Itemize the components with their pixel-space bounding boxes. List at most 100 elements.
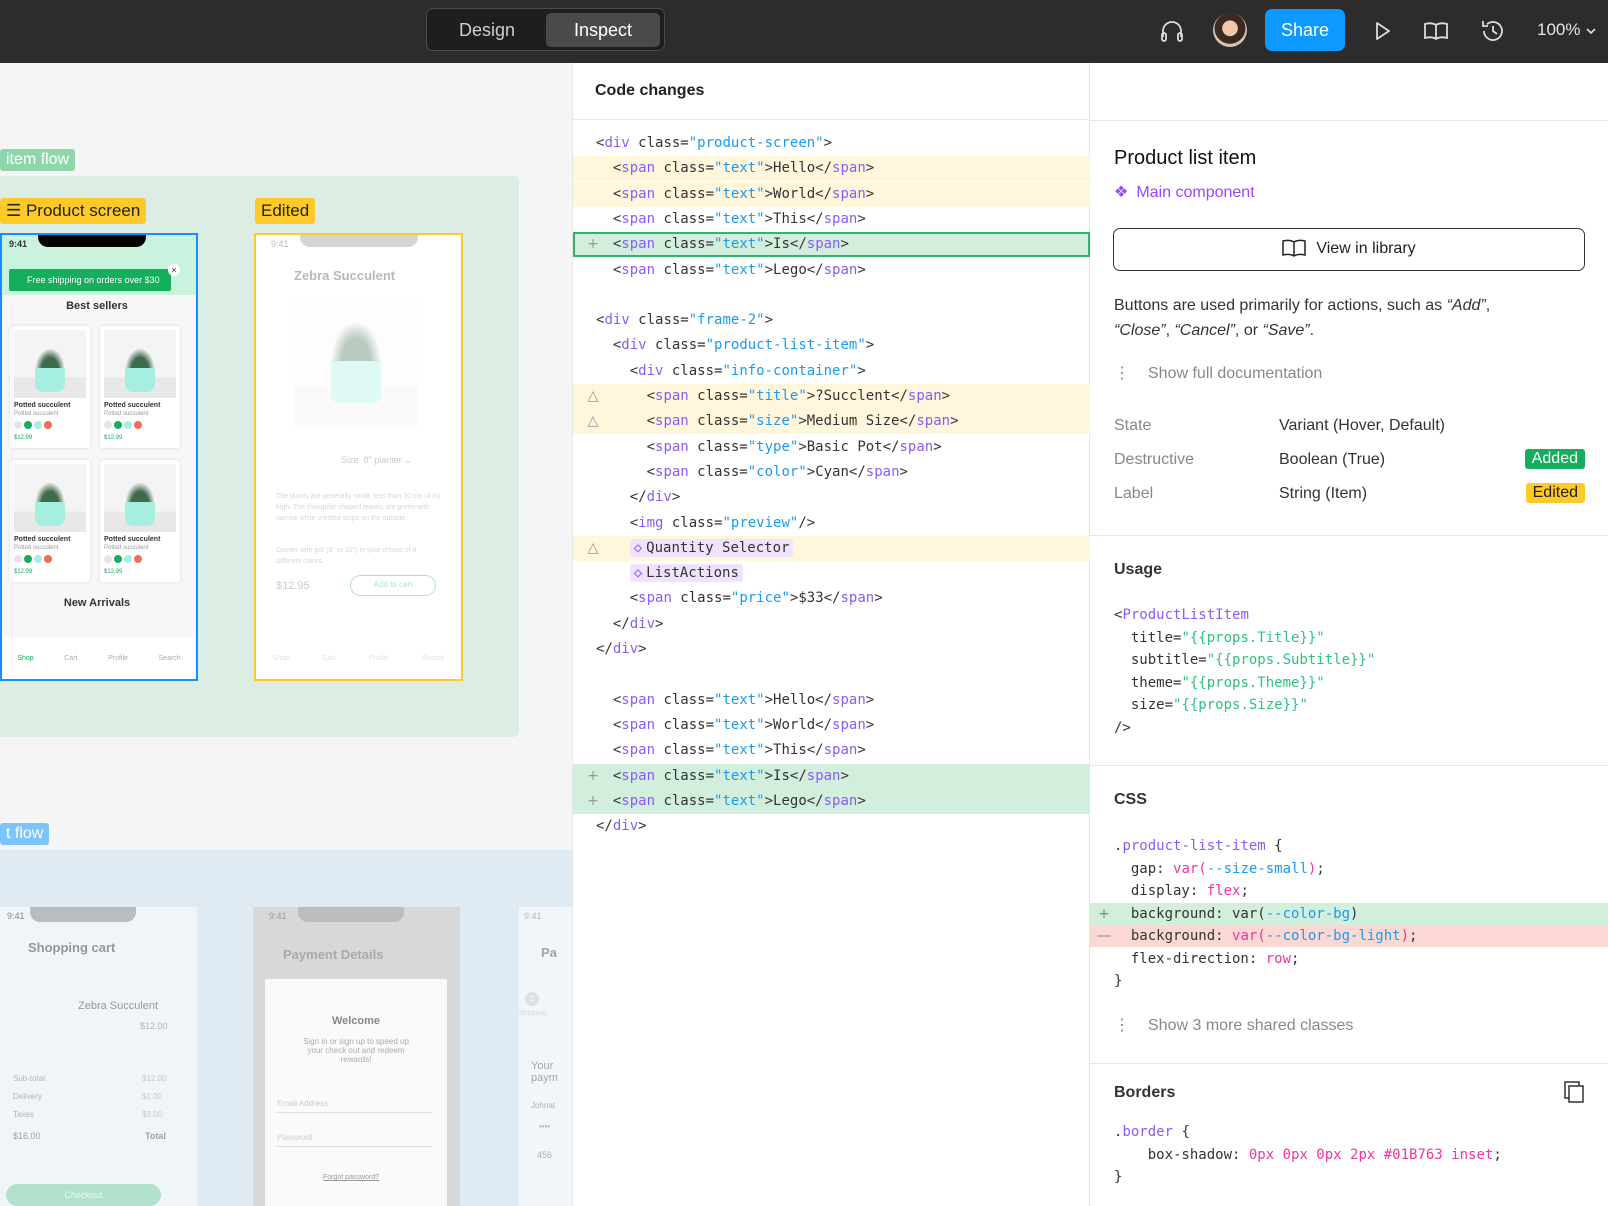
code-line[interactable]: <span class="text">World</span> bbox=[573, 182, 1090, 207]
user-avatar[interactable] bbox=[1213, 13, 1247, 47]
add-to-cart-button[interactable]: Add to cart bbox=[350, 575, 436, 596]
close-icon[interactable]: × bbox=[168, 264, 180, 276]
zoom-level[interactable]: 100% bbox=[1537, 20, 1580, 40]
code-line[interactable]: </div> bbox=[573, 485, 1090, 510]
show-full-documentation[interactable]: ⋮Show full documentation bbox=[1114, 363, 1322, 383]
design-canvas[interactable]: item flow ☰ Product screen Edited 9:41 F… bbox=[0, 63, 572, 1206]
checkout-button[interactable]: Checkout bbox=[6, 1184, 161, 1206]
border-code-line[interactable]: } bbox=[1090, 1166, 1608, 1188]
usage-code-line[interactable]: /> bbox=[1090, 717, 1608, 739]
code-token: > bbox=[942, 388, 950, 404]
tab-inspect[interactable]: Inspect bbox=[546, 13, 660, 47]
code-token: span bbox=[621, 186, 655, 202]
code-line[interactable] bbox=[573, 283, 1090, 308]
code-line[interactable]: </div> bbox=[573, 612, 1090, 637]
headphones-icon[interactable] bbox=[1158, 17, 1186, 45]
usage-code-line[interactable]: size="{{props.Size}}" bbox=[1090, 694, 1608, 716]
size-select[interactable]: Size 8" planter ⌄ bbox=[341, 455, 412, 466]
tab-profile[interactable]: Profile bbox=[369, 655, 389, 662]
component-instance-chip[interactable]: ◇Quantity Selector bbox=[630, 539, 794, 557]
border-code-line[interactable]: box-shadow: 0px 0px 0px 2px #01B763 inse… bbox=[1090, 1144, 1608, 1166]
code-line[interactable]: </div> bbox=[573, 637, 1090, 662]
product-card[interactable]: Potted succulentPotted succulent$12.99 bbox=[100, 326, 180, 448]
forgot-password-link[interactable]: Forgot password? bbox=[323, 1174, 379, 1181]
shopping-cart-frame[interactable]: 9:41 Shopping cart Zebra Succulent $12.0… bbox=[0, 907, 197, 1206]
tab-design[interactable]: Design bbox=[431, 13, 543, 47]
code-line[interactable]: <span class="text">Hello</span> bbox=[573, 156, 1090, 181]
code-line[interactable]: <div class="frame-2"> bbox=[573, 308, 1090, 333]
code-line[interactable]: <span class="type">Basic Pot</span> bbox=[573, 435, 1090, 460]
code-line[interactable]: △ <span class="title">?Succlent</span> bbox=[573, 384, 1090, 409]
code-line[interactable]: + <span class="text">Is</span> bbox=[573, 232, 1090, 257]
code-line[interactable]: <span class="text">Hello</span> bbox=[573, 688, 1090, 713]
color-swatches[interactable] bbox=[104, 421, 144, 431]
view-in-library-button[interactable]: View in library bbox=[1113, 228, 1585, 271]
tab-shop[interactable]: Shop bbox=[17, 655, 33, 662]
color-swatches[interactable] bbox=[14, 555, 54, 565]
code-line[interactable]: ◇ListActions bbox=[573, 561, 1090, 586]
code-line[interactable]: <span class="text">This</span> bbox=[573, 738, 1090, 763]
library-book-icon[interactable] bbox=[1422, 17, 1450, 45]
code-token: ; bbox=[1316, 861, 1324, 877]
code-line[interactable] bbox=[573, 662, 1090, 687]
tab-shop[interactable]: Shop bbox=[273, 655, 289, 662]
code-line[interactable]: <div class="info-container"> bbox=[573, 359, 1090, 384]
code-line[interactable]: <span class="text">World</span> bbox=[573, 713, 1090, 738]
code-line[interactable]: △ <span class="size">Medium Size</span> bbox=[573, 409, 1090, 434]
css-code-line[interactable]: display: flex; bbox=[1090, 880, 1608, 902]
css-code-line[interactable]: gap: var(--size-small); bbox=[1090, 858, 1608, 880]
frame-label-edited[interactable]: Edited bbox=[255, 198, 315, 224]
color-swatches[interactable] bbox=[14, 421, 54, 431]
flow-label-checkout-flow[interactable]: t flow bbox=[0, 823, 49, 845]
version-history-icon[interactable] bbox=[1479, 17, 1507, 45]
tab-cart[interactable]: Cart bbox=[64, 655, 77, 662]
code-line[interactable]: <div class="product-list-item"> bbox=[573, 333, 1090, 358]
color-swatches[interactable] bbox=[104, 555, 144, 565]
code-line[interactable]: </div> bbox=[573, 814, 1090, 839]
main-component-link[interactable]: ❖Main component bbox=[1114, 182, 1255, 202]
shipping-banner[interactable]: Free shipping on orders over $30 bbox=[9, 269, 171, 291]
payment-details-frame[interactable]: 9:41 Payment Details Welcome Sign in or … bbox=[253, 907, 460, 1206]
email-input[interactable]: Email Address bbox=[277, 1099, 432, 1113]
tab-profile[interactable]: Profile bbox=[108, 655, 128, 662]
usage-code-line[interactable]: subtitle="{{props.Subtitle}}" bbox=[1090, 649, 1608, 671]
edited-screen-frame[interactable]: 9:41 Zebra Succulent Size 8" planter ⌄ T… bbox=[254, 233, 463, 681]
code-line[interactable]: <span class="text">Lego</span> bbox=[573, 258, 1090, 283]
product-card[interactable]: Potted succulentPotted succulent$12.99 bbox=[100, 460, 180, 582]
share-button[interactable]: Share bbox=[1265, 9, 1345, 51]
show-more-shared-classes[interactable]: ⋮Show 3 more shared classes bbox=[1114, 1015, 1353, 1035]
css-code-line[interactable]: — background: var(--color-bg-light); bbox=[1090, 925, 1608, 947]
code-line[interactable]: △ ◇Quantity Selector bbox=[573, 536, 1090, 561]
usage-code-line[interactable]: theme="{{props.Theme}}" bbox=[1090, 672, 1608, 694]
component-instance-chip[interactable]: ◇ListActions bbox=[630, 564, 743, 582]
play-icon[interactable] bbox=[1368, 17, 1396, 45]
code-token: span bbox=[899, 439, 933, 455]
password-input[interactable]: Password bbox=[277, 1133, 432, 1147]
code-line[interactable]: + <span class="text">Lego</span> bbox=[573, 789, 1090, 814]
border-code-line[interactable]: .border { bbox=[1090, 1121, 1608, 1143]
code-line[interactable]: <span class="text">This</span> bbox=[573, 207, 1090, 232]
tab-search[interactable]: Search bbox=[422, 655, 444, 662]
chevron-down-icon[interactable] bbox=[1585, 26, 1597, 36]
css-code-line[interactable]: + background: var(--color-bg) bbox=[1090, 903, 1608, 925]
code-line[interactable]: <span class="price">$33</span> bbox=[573, 586, 1090, 611]
code-line[interactable]: <div class="product-screen"> bbox=[573, 131, 1090, 156]
code-line[interactable]: <img class="preview"/> bbox=[573, 511, 1090, 536]
tab-cart[interactable]: Cart bbox=[322, 655, 335, 662]
product-card[interactable]: Potted succulentPotted succulent$12.99 bbox=[10, 460, 90, 582]
frame-label-product-screen[interactable]: ☰ Product screen bbox=[0, 198, 146, 224]
css-code-line[interactable]: .product-list-item { bbox=[1090, 835, 1608, 857]
payment-frame[interactable]: 9:41 Pa 1 Shipping Your paym Johnat ••••… bbox=[519, 907, 572, 1206]
copy-icon[interactable] bbox=[1564, 1081, 1586, 1105]
css-code-line[interactable]: } bbox=[1090, 970, 1608, 992]
code-line[interactable]: + <span class="text">Is</span> bbox=[573, 764, 1090, 789]
usage-code-line[interactable]: <ProductListItem bbox=[1090, 604, 1608, 626]
flow-label-item-flow[interactable]: item flow bbox=[0, 149, 75, 171]
product-screen-frame[interactable]: 9:41 Free shipping on orders over $30 × … bbox=[0, 233, 198, 681]
usage-code-line[interactable]: title="{{props.Title}}" bbox=[1090, 627, 1608, 649]
product-card[interactable]: Potted succulentPotted succulent$12.99 bbox=[10, 326, 90, 448]
tab-search[interactable]: Search bbox=[159, 655, 181, 662]
code-line[interactable]: <span class="color">Cyan</span> bbox=[573, 460, 1090, 485]
section-title: New Arrivals bbox=[2, 597, 192, 609]
css-code-line[interactable]: flex-direction: row; bbox=[1090, 948, 1608, 970]
